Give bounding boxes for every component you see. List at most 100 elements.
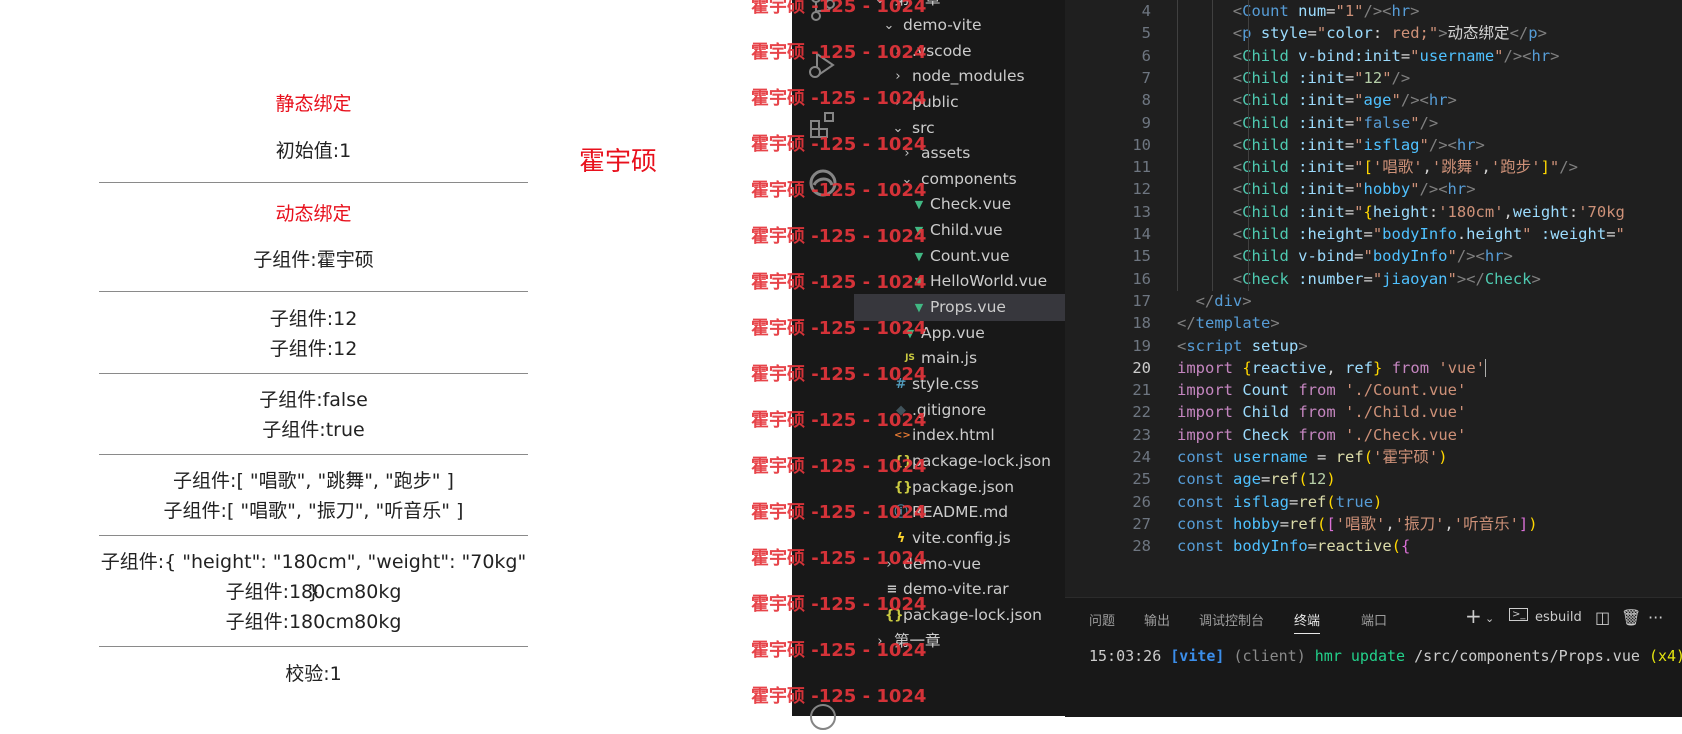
line-number: 18 (1132, 314, 1151, 333)
indent-guide (1247, 66, 1249, 90)
explorer-item-label: package-lock.json (912, 452, 1051, 470)
more-actions-icon[interactable]: ··· (1648, 608, 1663, 627)
line-number: 10 (1132, 135, 1151, 154)
line-number: 25 (1132, 470, 1151, 489)
watermark-text: 霍宇硕 -125 - 1024 (751, 226, 927, 247)
indent-guide (1247, 22, 1249, 46)
child-boolean-text: 子组件:false (259, 389, 368, 411)
watermark-text: 霍宇硕 -125 - 1024 (751, 594, 927, 615)
watermark-text: 霍宇硕 -125 - 1024 (751, 502, 927, 523)
code-line: <Child :init="12"/> (1232, 68, 1411, 87)
indent-guide (1177, 22, 1178, 46)
terminal-vite-tag: [vite] (1170, 647, 1225, 665)
watermark-text: 霍宇硕 -125 - 1024 (751, 42, 927, 63)
indent-guide (1177, 200, 1178, 224)
static-binding-title: 静态绑定 (275, 93, 352, 115)
tab-output[interactable]: 输出 (1144, 610, 1170, 629)
indent-guide (1212, 133, 1214, 157)
line-number: 8 (1141, 91, 1151, 110)
tab-terminal[interactable]: 终端 (1294, 610, 1321, 634)
code-line: <Child :init="false"/> (1232, 113, 1439, 132)
code-line: const isflag=ref(true) (1177, 492, 1383, 511)
watermark-text: 霍宇硕 -125 - 1024 (751, 456, 927, 477)
indent-guide (1212, 0, 1214, 23)
line-number: 20 (1132, 358, 1151, 377)
code-editor[interactable]: 4 <Count num="1"/><hr> 5 <p style="color: r… (1065, 0, 1682, 597)
line-number: 23 (1132, 425, 1151, 444)
code-line: <Child :init="hobby"/><hr> (1232, 180, 1476, 199)
shell-label[interactable]: esbuild (1535, 610, 1582, 625)
code-line: <Child :init="age"/><hr> (1232, 91, 1457, 110)
browser-preview: 霍宇硕 静态绑定 初始值:1 动态绑定 子组件:霍宇硕 子组件:12 子组件:1… (0, 0, 792, 716)
line-number: 26 (1132, 492, 1151, 511)
indent-guide (1212, 89, 1214, 113)
watermark-text: 霍宇硕 -125 - 1024 (751, 0, 927, 17)
divider (99, 373, 528, 374)
indent-guide (1212, 44, 1214, 68)
indent-guide (1177, 133, 1178, 157)
child-username-text: 子组件:霍宇硕 (253, 249, 374, 271)
divider (99, 535, 528, 536)
tab-problems[interactable]: 问题 (1089, 610, 1115, 629)
indent-guide (1177, 267, 1178, 291)
indent-guide (1177, 66, 1178, 90)
watermark-text: 霍宇硕 -125 - 1024 (751, 640, 927, 661)
explorer-item-label: main.js (921, 349, 978, 367)
child-size-text: 子组件:180cm80kg (225, 611, 402, 633)
terminal-path: /src/components/Props.vue (1414, 647, 1640, 665)
add-terminal-icon[interactable]: + (1465, 604, 1482, 628)
line-number: 24 (1132, 448, 1151, 466)
watermark-text: 霍宇硕 -125 - 1024 (751, 88, 927, 109)
author-name: 霍宇硕 (579, 147, 658, 177)
code-line: <Child :height="bodyInfo.height" :weight… (1232, 225, 1625, 243)
trash-icon[interactable]: 🗑 (1621, 608, 1641, 627)
terminal-client: (client) (1233, 647, 1306, 665)
code-line: <Count num="1"/><hr> (1232, 2, 1420, 20)
explorer-item-label: components (921, 170, 1017, 188)
line-number: 14 (1132, 225, 1151, 243)
line-number: 7 (1141, 68, 1151, 87)
child-number-text: 子组件:12 (269, 338, 358, 360)
indent-guide (1177, 89, 1178, 113)
chevron-down-icon[interactable]: ⌄ (1485, 612, 1494, 625)
indent-guide (1247, 111, 1249, 135)
indent-guide (1212, 178, 1214, 202)
indent-guide (1212, 267, 1214, 291)
tab-ports[interactable]: 端口 (1361, 610, 1387, 629)
explorer-item-label: HelloWorld.vue (930, 272, 1048, 290)
indent-guide (1247, 245, 1249, 269)
child-array-text: 子组件:[ "唱歌", "振刀", "听音乐" ] (163, 500, 464, 522)
indent-guide (1247, 178, 1249, 202)
explorer-item-label: Child.vue (930, 221, 1003, 239)
terminal-time: 15:03:26 (1089, 647, 1162, 665)
indent-guide (1212, 22, 1214, 46)
explorer-item-label: vite.config.js (912, 529, 1011, 547)
terminal-shell-icon[interactable]: >_ (1509, 608, 1529, 621)
watermark-text: 霍宇硕 -125 - 1024 (751, 548, 927, 569)
code-line: <script setup> (1177, 336, 1308, 355)
split-terminal-icon[interactable]: ◫ (1595, 608, 1610, 627)
code-line: <p style="color: red;">动态绑定</p> (1232, 24, 1547, 43)
watermark-text: 霍宇硕 -125 - 1024 (751, 318, 927, 339)
explorer-item-label: App.vue (921, 324, 985, 342)
child-size-text: 子组件:180cm80kg (225, 581, 402, 603)
child-boolean-text: 子组件:true (262, 419, 365, 441)
line-number: 12 (1132, 180, 1151, 199)
explorer-item[interactable]: {} package.json (854, 474, 1065, 501)
line-number: 21 (1132, 381, 1151, 400)
explorer-item-label: Check.vue (930, 195, 1012, 213)
divider (99, 646, 528, 647)
code-line: import Child from './Child.vue' (1177, 403, 1467, 422)
code-line: </template> (1177, 314, 1280, 333)
terminal-action: hmr update (1314, 647, 1406, 665)
code-line: <Check :number="jiaoyan"></Check> (1232, 269, 1541, 288)
terminal-output-line: 15:03:26 [vite] (client) hmr update /src… (1089, 647, 1682, 665)
indent-guide (1177, 245, 1178, 269)
code-line: const bodyInfo=reactive({ (1177, 537, 1411, 556)
indent-guide (1247, 200, 1249, 224)
indent-guide (1247, 156, 1249, 180)
explorer-item-label: Props.vue (930, 298, 1006, 316)
indent-guide (1177, 178, 1178, 202)
tab-debug-console[interactable]: 调试控制台 (1199, 610, 1264, 629)
terminal-count: (x4) (1648, 647, 1682, 665)
